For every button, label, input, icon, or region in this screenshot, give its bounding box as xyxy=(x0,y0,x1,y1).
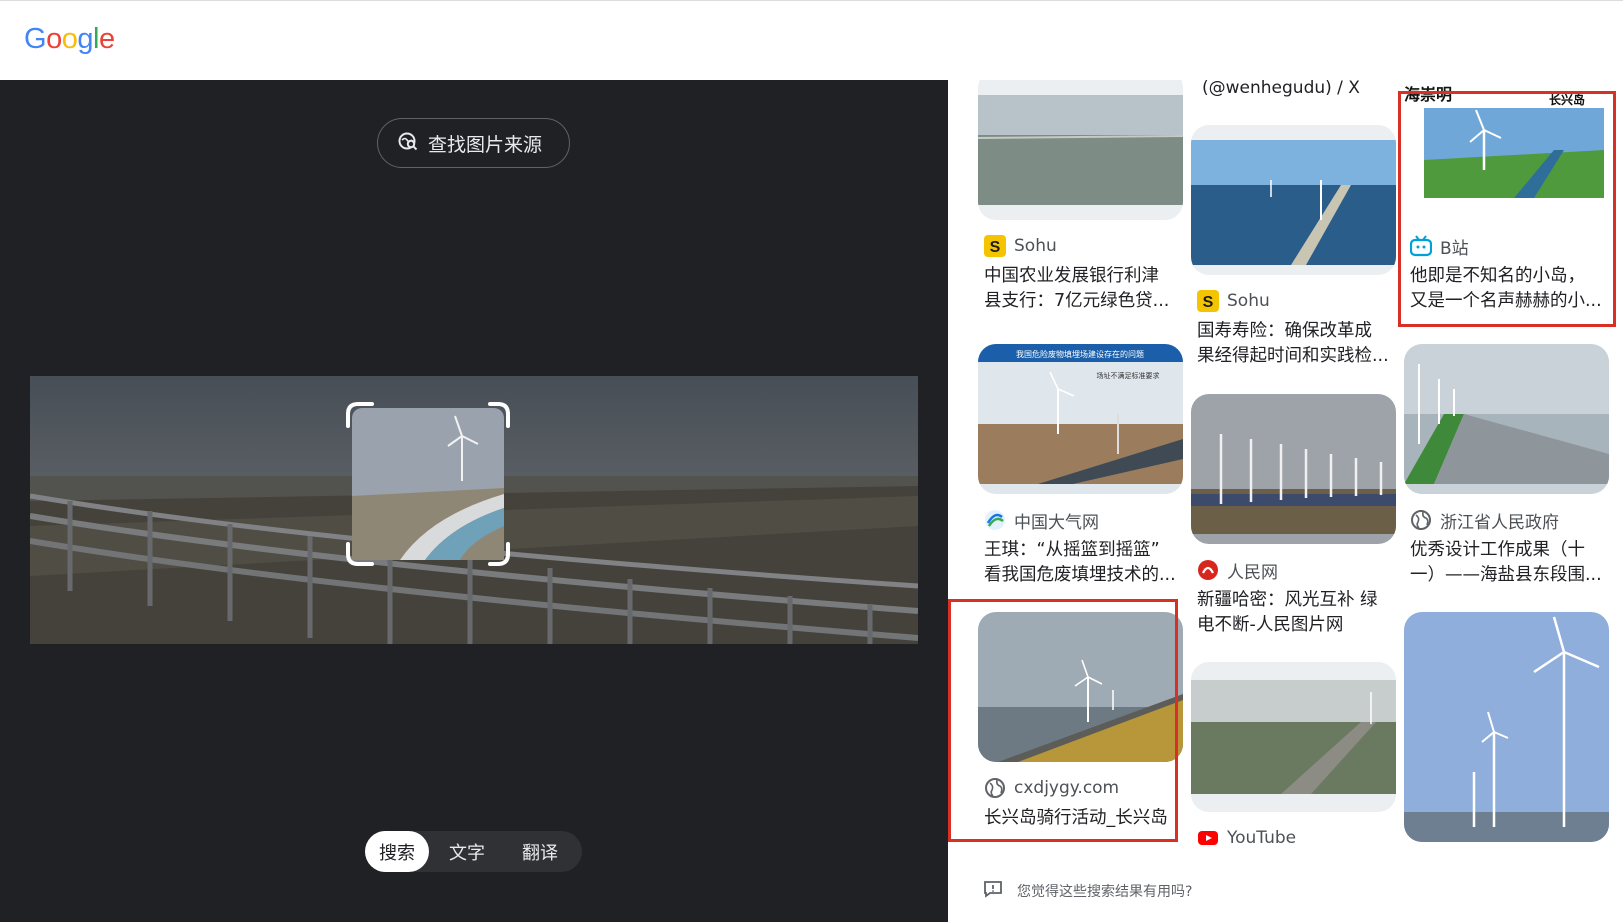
result-source[interactable]: 浙江省人民政府 xyxy=(1404,508,1609,533)
result-card[interactable]: YouTube xyxy=(1191,662,1396,850)
result-title[interactable]: 中国农业发展银行利津 县支行：7亿元绿色贷... xyxy=(978,264,1178,314)
feedback-text: 您觉得这些搜索结果有用吗? xyxy=(1017,884,1193,900)
result-title-line: 王琪：“从摇篮到摇篮” xyxy=(984,540,1160,560)
result-thumbnail[interactable] xyxy=(1191,662,1396,812)
result-source[interactable]: 中国大气网 xyxy=(978,508,1183,533)
image-viewer-panel: 查找图片来源 搜索 文字 翻译 xyxy=(0,80,948,922)
result-title-line: 县支行：7亿元绿色贷... xyxy=(984,291,1170,311)
youtube-icon xyxy=(1197,827,1219,849)
top-header: Google xyxy=(0,0,1623,80)
thumb-subcaption: 场址不满足标准要求 xyxy=(1097,371,1160,380)
result-title-line: 新疆哈密：风光互补 绿 xyxy=(1197,590,1378,610)
result-source-label: Sohu xyxy=(1227,291,1270,311)
result-card[interactable]: 人民网 新疆哈密：风光互补 绿 电不断-人民图片网 xyxy=(1191,394,1396,638)
result-title-line: 看我国危废填埋技术的... xyxy=(984,565,1176,585)
result-card[interactable]: 我国危险废物填埋场建设存在的问题 场址不满足标准要求 中国大气网 王琪：“从摇篮… xyxy=(978,344,1183,588)
highlight-box xyxy=(948,599,1178,842)
result-title[interactable]: 王琪：“从摇篮到摇篮” 看我国危废填埋技术的... xyxy=(978,538,1178,588)
result-thumbnail[interactable] xyxy=(1191,394,1396,544)
sohu-icon: S xyxy=(1197,290,1219,312)
sohu-icon: S xyxy=(984,235,1006,257)
result-thumbnail[interactable] xyxy=(1404,612,1609,842)
result-title-line: 优秀设计工作成果（十 xyxy=(1410,540,1585,560)
result-card[interactable] xyxy=(1404,612,1609,842)
result-title[interactable]: 新疆哈密：风光互补 绿 电不断-人民图片网 xyxy=(1191,588,1391,638)
result-card[interactable]: S Sohu 中国农业发展银行利津 县支行：7亿元绿色贷... xyxy=(978,80,1183,314)
partial-result-title[interactable]: (@wenhegudu) / X xyxy=(1202,80,1360,98)
result-card[interactable]: 浙江省人民政府 优秀设计工作成果（十 一）——海盐县东段围... xyxy=(1404,344,1609,588)
feedback-bar[interactable]: 您觉得这些搜索结果有用吗? xyxy=(948,860,1623,922)
result-source-label: Sohu xyxy=(1014,236,1057,256)
result-title-line: 中国农业发展银行利津 xyxy=(984,266,1159,286)
result-title-line: 电不断-人民图片网 xyxy=(1197,615,1344,635)
result-source[interactable]: S Sohu xyxy=(1191,289,1396,313)
result-title-line: 一）——海盐县东段围... xyxy=(1410,565,1602,585)
logo-letter: o xyxy=(46,23,62,55)
result-source[interactable]: 人民网 xyxy=(1191,558,1396,583)
result-source[interactable]: S Sohu xyxy=(978,234,1183,258)
result-card[interactable]: S Sohu 国寿寿险：确保改革成 果经得起时间和实践检... xyxy=(1191,125,1396,369)
find-image-source-button[interactable]: 查找图片来源 xyxy=(377,118,570,168)
tab-translate[interactable]: 翻译 xyxy=(505,831,575,872)
find-image-source-label: 查找图片来源 xyxy=(428,133,543,156)
result-title-line: 果经得起时间和实践检... xyxy=(1197,346,1389,366)
result-source-label: 中国大气网 xyxy=(1014,512,1099,533)
result-thumbnail[interactable] xyxy=(1191,125,1396,275)
svg-text:S: S xyxy=(1203,294,1214,311)
daqi-icon xyxy=(984,509,1006,531)
thumb-caption: 我国危险废物填埋场建设存在的问题 xyxy=(1016,349,1144,359)
result-title[interactable]: 国寿寿险：确保改革成 果经得起时间和实践检... xyxy=(1191,319,1391,369)
result-title[interactable]: 优秀设计工作成果（十 一）——海盐县东段围... xyxy=(1404,538,1604,588)
query-image[interactable] xyxy=(30,376,918,644)
logo-letter: G xyxy=(24,23,47,55)
tab-text[interactable]: 文字 xyxy=(429,831,505,872)
result-thumbnail[interactable] xyxy=(1404,344,1609,494)
feedback-icon xyxy=(983,880,1003,902)
result-thumbnail[interactable] xyxy=(978,80,1183,220)
logo-letter: e xyxy=(98,23,115,55)
visual-matches-grid: (@wenhegudu) / X S Sohu 中国农业发展银行利津 县支行：7… xyxy=(948,80,1623,860)
logo-letter: o xyxy=(61,23,78,55)
image-search-icon xyxy=(398,131,418,156)
highlight-box xyxy=(1398,91,1616,327)
renmin-icon xyxy=(1197,559,1219,581)
result-source[interactable]: YouTube xyxy=(1191,826,1396,850)
svg-text:S: S xyxy=(990,239,1001,256)
logo-letter: g xyxy=(77,23,93,55)
tab-search[interactable]: 搜索 xyxy=(365,831,429,872)
result-source-label: YouTube xyxy=(1227,828,1297,848)
result-thumbnail[interactable]: 我国危险废物填埋场建设存在的问题 场址不满足标准要求 xyxy=(978,344,1183,494)
mode-tab-group: 搜索 文字 翻译 xyxy=(365,831,582,872)
result-source-label: 浙江省人民政府 xyxy=(1440,512,1559,533)
result-title-line: 国寿寿险：确保改革成 xyxy=(1197,321,1372,341)
google-logo[interactable]: Google xyxy=(24,23,115,56)
result-source-label: 人民网 xyxy=(1227,562,1278,583)
globe-icon xyxy=(1410,509,1432,531)
